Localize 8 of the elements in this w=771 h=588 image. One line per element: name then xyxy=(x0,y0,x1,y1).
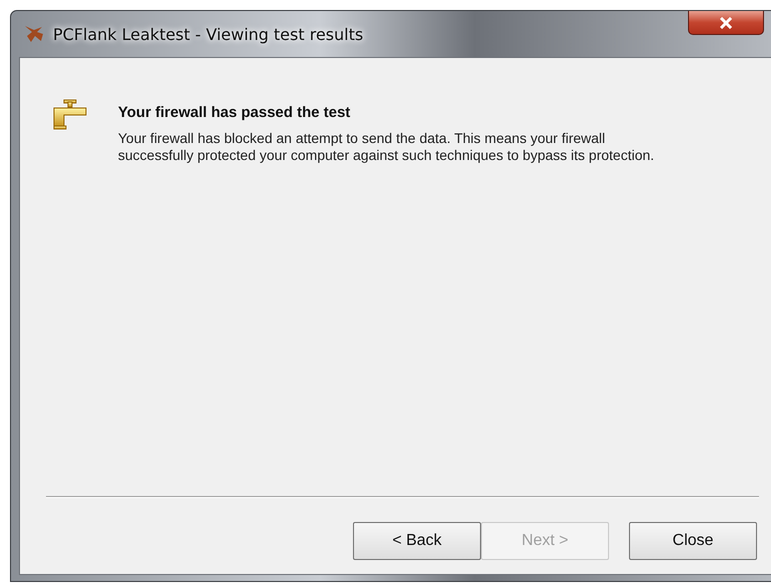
close-icon[interactable] xyxy=(688,11,764,35)
back-button[interactable]: < Back xyxy=(353,522,481,560)
result-message: Your firewall has blocked an attempt to send the data. This means your firewall successfully protected your computer against such techniques to bypass its protection. xyxy=(118,130,656,164)
faucet-icon xyxy=(52,98,88,130)
close-button[interactable]: Close xyxy=(629,522,757,560)
app-icon xyxy=(23,24,45,44)
result-heading: Your firewall has passed the test xyxy=(118,103,352,121)
window-title: PCFlank Leaktest - Viewing test results xyxy=(53,24,364,44)
